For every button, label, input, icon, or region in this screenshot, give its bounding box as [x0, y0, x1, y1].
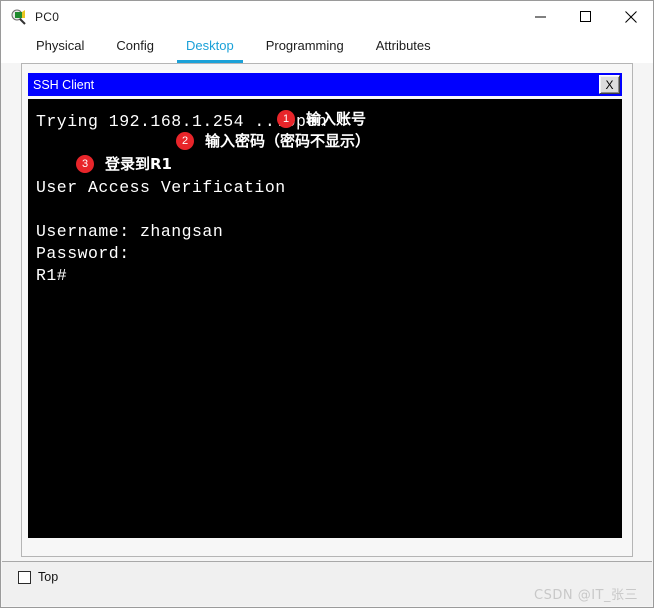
tab-desktop[interactable]: Desktop: [177, 38, 243, 63]
top-checkbox-row[interactable]: Top: [18, 570, 58, 584]
ssh-titlebar: SSH Client X: [28, 73, 622, 96]
annotation-badge: 1: [277, 109, 295, 128]
ssh-client-window: SSH Client X Trying 192.168.1.254 ...Ope…: [28, 73, 622, 538]
close-button[interactable]: [608, 1, 653, 32]
window-controls: [518, 1, 653, 32]
top-checkbox[interactable]: [18, 570, 31, 584]
terminal-line: User Access Verification: [36, 178, 286, 197]
terminal-line-password: Password:: [36, 244, 130, 263]
minimize-button[interactable]: [518, 1, 563, 32]
tab-programming[interactable]: Programming: [257, 38, 353, 63]
annotation-3: 3 登录到R1: [76, 153, 172, 174]
tab-physical[interactable]: Physical: [27, 38, 93, 63]
desktop-panel: SSH Client X Trying 192.168.1.254 ...Ope…: [21, 63, 633, 550]
tab-attributes[interactable]: Attributes: [367, 38, 440, 63]
annotation-label: 输入账号: [306, 110, 367, 128]
annotation-label: 登录到R1: [105, 155, 172, 173]
terminal-line-username: Username: zhangsan: [36, 222, 224, 241]
pc0-window: PC0 Physical Config Desktop Programming …: [0, 0, 654, 608]
annotation-label: 输入密码（密码不显示）: [205, 132, 371, 150]
maximize-button[interactable]: [563, 1, 608, 32]
ssh-terminal-output[interactable]: Trying 192.168.1.254 ...Open User Access…: [28, 99, 622, 538]
watermark: CSDN @IT_张三: [534, 588, 638, 603]
tab-config[interactable]: Config: [107, 38, 163, 63]
ssh-close-button[interactable]: X: [599, 75, 620, 94]
panel-bottom-edge: [21, 550, 633, 557]
annotation-badge: 3: [76, 154, 94, 173]
annotation-2: 2 输入密码（密码不显示）: [176, 130, 370, 151]
window-footer: Top CSDN @IT_张三: [2, 561, 652, 606]
window-title: PC0: [35, 9, 60, 24]
annotation-1: 1 输入账号: [277, 108, 366, 129]
pc-device-icon: [11, 9, 27, 25]
ssh-title: SSH Client: [33, 77, 95, 92]
window-titlebar: PC0: [1, 1, 653, 32]
top-checkbox-label: Top: [38, 570, 59, 584]
annotation-badge: 2: [176, 131, 194, 150]
terminal-line-prompt: R1#: [36, 266, 68, 285]
tab-bar: Physical Config Desktop Programming Attr…: [1, 32, 653, 63]
